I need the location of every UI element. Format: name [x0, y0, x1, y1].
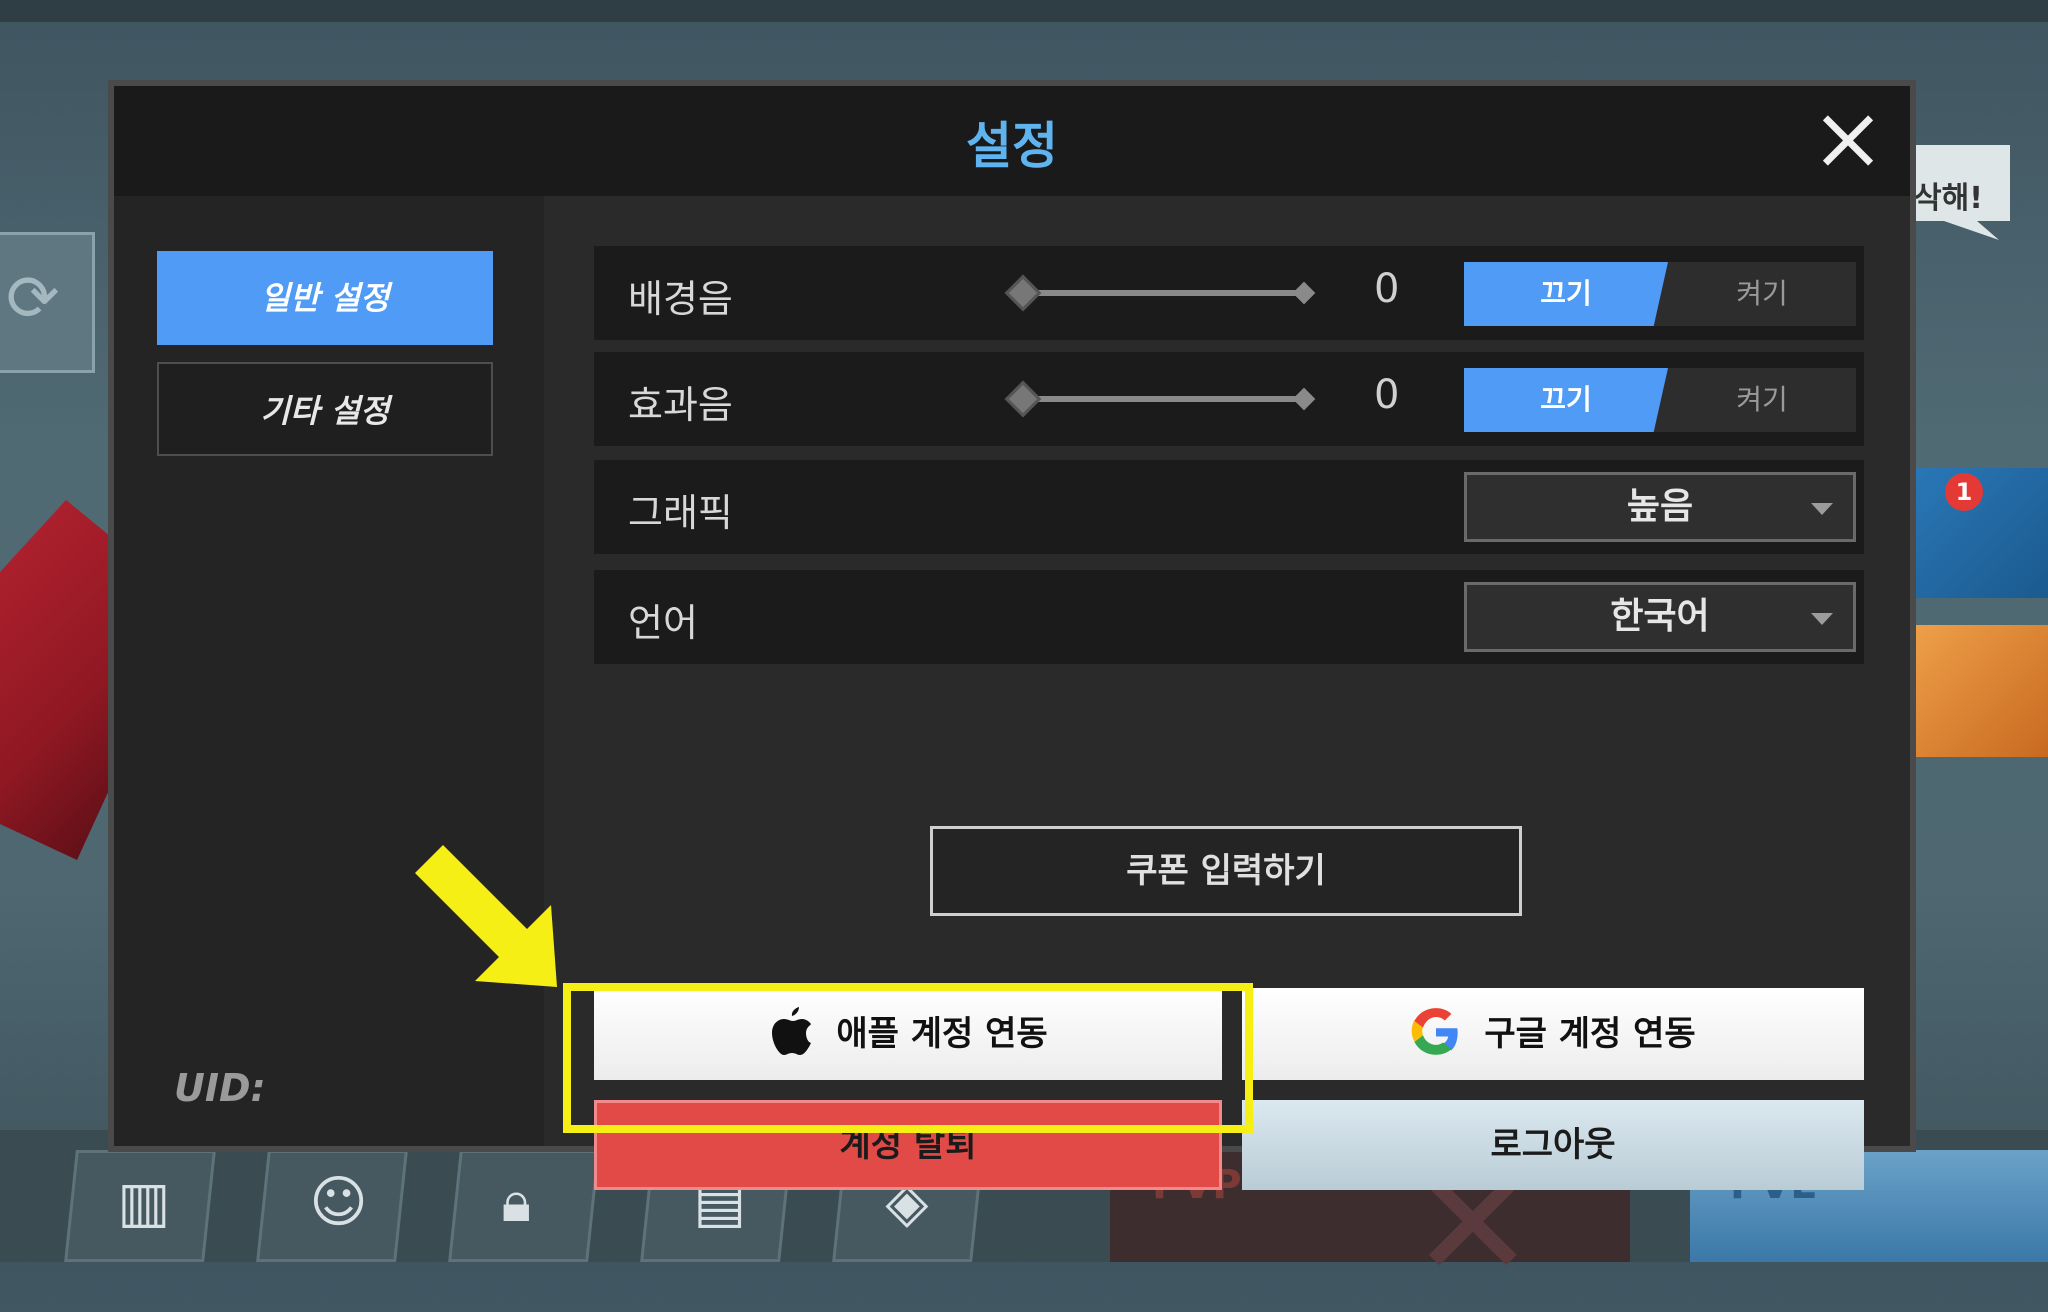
google-link-button[interactable]: 구글 계정 연동	[1242, 988, 1864, 1080]
slider-thumb[interactable]	[1004, 380, 1042, 418]
event-card[interactable]	[1906, 625, 2048, 757]
quest-icon[interactable]: ▥	[64, 1150, 216, 1262]
chevron-down-icon	[1811, 503, 1833, 515]
apple-link-label: 애플 계정 연동	[836, 1014, 1048, 1054]
background-character	[0, 500, 110, 860]
bgm-on-option[interactable]: 켜기	[1668, 262, 1856, 326]
sfx-off-option[interactable]: 끄기	[1464, 368, 1668, 432]
slider-track	[1030, 290, 1300, 296]
slider-end	[1292, 387, 1316, 411]
sfx-row: 효과음 0 끄기 켜기	[594, 352, 1864, 446]
character-icon[interactable]: ☺	[256, 1150, 408, 1262]
bgm-off-option[interactable]: 끄기	[1464, 262, 1668, 326]
tab-general-settings[interactable]: 일반 설정	[157, 251, 493, 345]
bgm-label: 배경음	[628, 277, 733, 321]
chevron-down-icon	[1811, 613, 1833, 625]
sfx-volume-slider[interactable]	[1004, 380, 1316, 418]
speech-bubble: 삭해!	[1900, 145, 2010, 240]
logout-button[interactable]: 로그아웃	[1242, 1100, 1864, 1190]
refresh-icon: ⟳	[0, 232, 95, 373]
settings-content: 배경음 0 끄기 켜기 효과음 0 끄기 켜기 그래픽 높음 언어 한국어 쿠폰…	[544, 196, 1910, 1190]
delete-account-button[interactable]: 계정 탈퇴	[594, 1100, 1222, 1190]
modal-header: 설정	[114, 86, 1910, 196]
google-icon	[1411, 1007, 1458, 1055]
sfx-label: 효과음	[628, 383, 733, 427]
bgm-volume-value: 0	[1374, 266, 1400, 312]
slider-thumb[interactable]	[1004, 274, 1042, 312]
uid-label: UID:	[174, 1066, 266, 1110]
language-selected-value: 한국어	[1610, 596, 1710, 637]
bgm-volume-slider[interactable]	[1004, 274, 1316, 312]
modal-title: 설정	[966, 117, 1058, 175]
graphics-quality-select[interactable]: 높음	[1464, 472, 1856, 542]
graphics-selected-value: 높음	[1626, 486, 1694, 527]
lock-icon[interactable]: 🔒︎	[448, 1150, 600, 1262]
slider-track	[1030, 396, 1300, 402]
language-select[interactable]: 한국어	[1464, 582, 1856, 652]
bgm-row: 배경음 0 끄기 켜기	[594, 246, 1864, 340]
close-icon[interactable]	[1816, 108, 1880, 172]
slider-end	[1292, 281, 1316, 305]
language-label: 언어	[628, 601, 698, 645]
settings-modal: 설정 일반 설정 기타 설정 UID: 배경음 0 끄기 켜기 효과음 0 끄기…	[108, 80, 1916, 1190]
google-link-label: 구글 계정 연동	[1484, 1014, 1696, 1054]
apple-link-button[interactable]: 애플 계정 연동	[594, 988, 1222, 1080]
notification-badge: 1	[1945, 473, 1983, 511]
sfx-toggle[interactable]: 끄기 켜기	[1464, 368, 1856, 432]
sfx-volume-value: 0	[1374, 372, 1400, 418]
language-row: 언어 한국어	[594, 570, 1864, 664]
apple-icon	[772, 1006, 812, 1055]
background-top-strip	[0, 0, 2048, 22]
sfx-on-option[interactable]: 켜기	[1668, 368, 1856, 432]
pointer-arrow-icon	[415, 845, 557, 987]
bgm-toggle[interactable]: 끄기 켜기	[1464, 262, 1856, 326]
graphics-label: 그래픽	[628, 491, 733, 535]
graphics-row: 그래픽 높음	[594, 460, 1864, 554]
coupon-button[interactable]: 쿠폰 입력하기	[930, 826, 1522, 916]
tab-other-settings[interactable]: 기타 설정	[157, 362, 493, 456]
